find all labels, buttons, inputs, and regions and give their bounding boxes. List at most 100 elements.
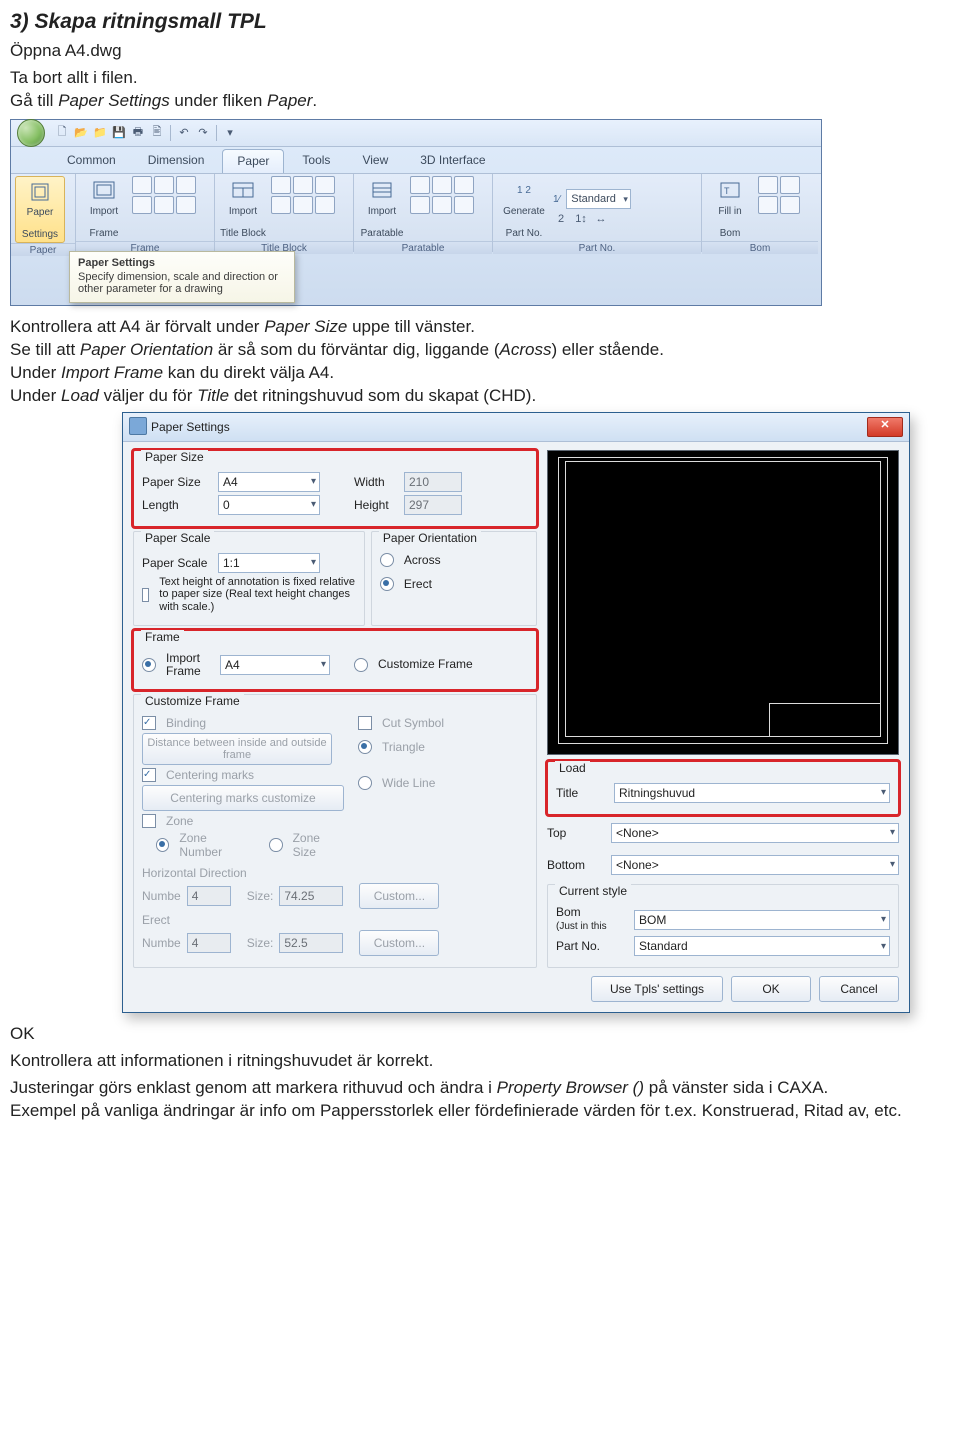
tooltip-body: Specify dimension, scale and direction o… (78, 271, 278, 295)
fixed-textheight-checkbox[interactable] (142, 588, 149, 602)
qat-save-icon[interactable]: 💾 (111, 125, 127, 141)
qat-more-icon[interactable]: ▾ (222, 125, 238, 141)
top-label: Top (547, 826, 605, 840)
intro-line-1: Öppna A4.dwg (10, 40, 950, 63)
tab-tools[interactable]: Tools (288, 149, 344, 173)
height-field: 297 (404, 495, 462, 515)
group-legend: Frame (141, 630, 184, 644)
frame-gallery[interactable] (132, 176, 196, 214)
width-label: Width (354, 475, 398, 489)
out-line-2: Justeringar görs enklast genom att marke… (10, 1077, 950, 1123)
paper-settings-button[interactable]: PaperSettings (15, 176, 65, 243)
fill-bom-button[interactable]: T Fill inBom (706, 176, 754, 241)
qat-folder-icon[interactable]: 📁 (92, 125, 108, 141)
app-menu-button[interactable] (17, 119, 45, 147)
dialog-title-text: Paper Settings (151, 420, 230, 434)
title-combo[interactable]: Ritningshuvud (614, 783, 890, 803)
paratable-gallery[interactable] (410, 176, 474, 214)
wideline-radio (358, 776, 372, 790)
cancel-button[interactable]: Cancel (819, 976, 899, 1002)
group-label-bom: Bom (702, 241, 818, 254)
partno-mini-icon[interactable]: 2 (553, 211, 569, 227)
qat-open-icon[interactable]: 📂 (73, 125, 89, 141)
svg-text:T: T (724, 186, 730, 196)
qat-new-icon[interactable]: 🗋 (54, 125, 70, 141)
tooltip-title: Paper Settings (78, 257, 286, 269)
qat-redo-icon[interactable]: ↷ (195, 125, 211, 141)
current-style-group: Current style Bom (Just in this BOM Part… (547, 884, 899, 968)
customize-frame-label: Customize Frame (378, 658, 473, 671)
tab-dimension[interactable]: Dimension (134, 149, 219, 173)
triangle-radio (358, 740, 372, 754)
hsize-field: 74.25 (279, 886, 343, 906)
height-label: Height (354, 498, 398, 512)
group-label-partno: Part No. (493, 241, 701, 254)
dialog-titlebar: Paper Settings ✕ (123, 413, 909, 442)
top-combo[interactable]: <None> (611, 823, 899, 843)
import-frame-icon (91, 178, 117, 204)
binding-checkbox (142, 716, 156, 730)
titleblock-gallery[interactable] (271, 176, 335, 214)
hcustom-button: Custom... (359, 883, 439, 909)
intro-line-2: Ta bort allt i filen. Gå till Paper Sett… (10, 67, 950, 113)
dialog-icon (129, 417, 147, 435)
zone-checkbox (142, 814, 156, 828)
load-group: Load Title Ritningshuvud (547, 761, 899, 815)
bottom-combo[interactable]: <None> (611, 855, 899, 875)
import-frame-combo[interactable]: A4 (220, 655, 330, 675)
section-heading: 3) Skapa ritningsmall TPL (10, 10, 950, 34)
paper-settings-icon (27, 179, 53, 205)
scale-combo[interactable]: 1:1 (218, 553, 320, 573)
group-legend: Current style (555, 884, 631, 898)
paratable-icon (369, 178, 395, 204)
customize-frame-radio[interactable] (354, 658, 368, 672)
partno-mini-icon[interactable]: 1↕ (573, 211, 589, 227)
partno-style-combo[interactable]: Standard (566, 189, 631, 209)
paper-settings-dialog: Paper Settings ✕ Paper Size Paper Size A… (122, 412, 910, 1014)
import-frame-radio[interactable] (142, 658, 156, 672)
qat-print-icon[interactable]: 🖶 (130, 125, 146, 141)
tab-paper[interactable]: Paper (222, 149, 284, 173)
bom-combo[interactable]: BOM (634, 910, 890, 930)
centering-checkbox (142, 768, 156, 782)
dialog-footer: Use Tpls' settings OK Cancel (123, 976, 909, 1012)
partno-mini-icon[interactable]: ↔ (593, 211, 609, 227)
import-paratable-button[interactable]: ImportParatable (358, 176, 406, 241)
tab-3dinterface[interactable]: 3D Interface (406, 149, 499, 173)
group-legend: Paper Orientation (379, 531, 481, 545)
group-legend: Paper Scale (141, 531, 214, 545)
close-button[interactable]: ✕ (867, 417, 903, 437)
import-titleblock-button[interactable]: ImportTitle Block (219, 176, 267, 241)
generate-partno-button[interactable]: 1 2 GeneratePart No. (497, 176, 551, 241)
partno-label: Part No. (556, 939, 628, 953)
ok-button[interactable]: OK (731, 976, 811, 1002)
paper-orientation-group: Paper Orientation Across Erect (371, 531, 537, 626)
import-frame-button[interactable]: ImportFrame (80, 176, 128, 241)
partno-combo[interactable]: Standard (634, 936, 890, 956)
partno-icon: 1 2 (511, 178, 537, 204)
mid-para: Kontrollera att A4 är förvalt under Pape… (10, 316, 950, 408)
length-combo[interactable]: 0 (218, 495, 320, 515)
qat-separator (170, 125, 171, 141)
length-label: Length (142, 498, 212, 512)
zone-size-radio (269, 838, 282, 852)
orientation-across-radio[interactable] (380, 553, 394, 567)
distance-button: Distance between inside and outside fram… (142, 733, 332, 765)
paper-size-group: Paper Size Paper Size A4 Width 210 Lengt… (133, 450, 537, 527)
group-label-paratable: Paratable (354, 241, 492, 254)
bom-gallery[interactable] (758, 176, 800, 214)
qat-separator (216, 125, 217, 141)
use-tpls-button[interactable]: Use Tpls' settings (591, 976, 723, 1002)
orientation-erect-radio[interactable] (380, 577, 394, 591)
ribbon-tooltip: Paper Settings Specify dimension, scale … (69, 251, 295, 303)
paper-size-combo[interactable]: A4 (218, 472, 320, 492)
hdir-label: Horizontal Direction (142, 866, 528, 880)
qat-undo-icon[interactable]: ↶ (176, 125, 192, 141)
tab-common[interactable]: Common (53, 149, 130, 173)
orientation-erect-label: Erect (404, 577, 432, 591)
paper-size-label: Paper Size (142, 475, 212, 489)
tab-view[interactable]: View (348, 149, 402, 173)
ribbon-tabs: Common Dimension Paper Tools View 3D Int… (11, 147, 821, 173)
qat-printpreview-icon[interactable]: 🖹 (149, 125, 165, 141)
bom-icon: T (717, 178, 743, 204)
